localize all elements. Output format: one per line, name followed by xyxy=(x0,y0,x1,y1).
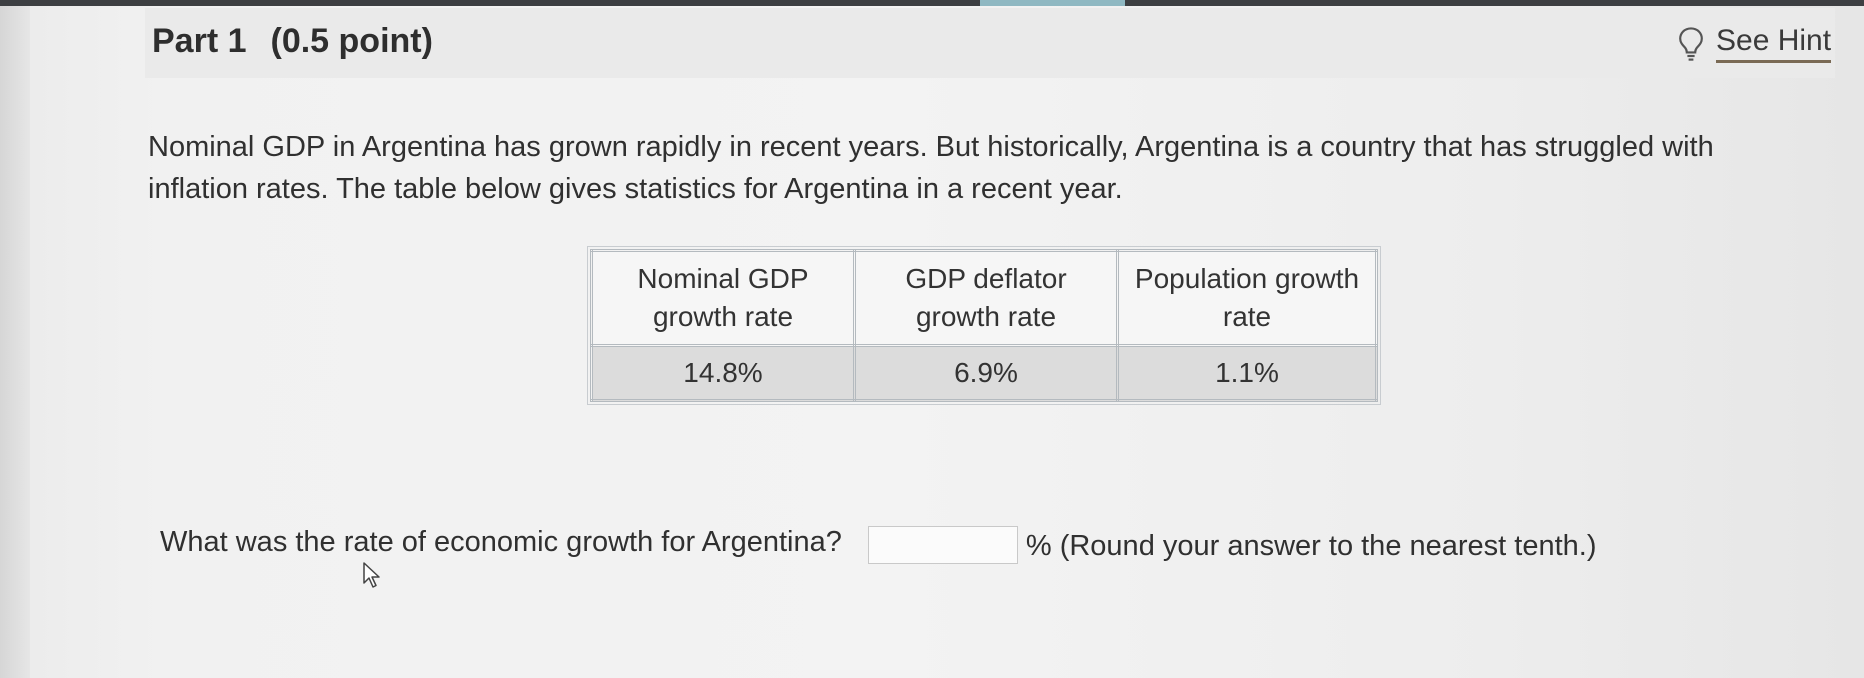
lightbulb-icon xyxy=(1679,26,1703,61)
answer-suffix: % (Round your answer to the nearest tent… xyxy=(1025,529,1597,562)
cell-population-growth: 1.1% xyxy=(1116,344,1378,402)
table-header-row: Nominal GDP growth rate GDP deflator gro… xyxy=(590,249,1378,347)
part-label: Part 1 xyxy=(152,22,247,60)
header-nominal-gdp-growth: Nominal GDP growth rate xyxy=(590,249,856,347)
see-hint-label[interactable]: See Hint xyxy=(1716,24,1832,63)
answer-row: What was the rate of economic growth for… xyxy=(160,520,1597,564)
economic-growth-answer-input[interactable] xyxy=(867,526,1018,564)
part-title: Part 1 (0.5 point) xyxy=(152,22,433,61)
part-points: (0.5 point) xyxy=(270,22,433,60)
window-top-edge xyxy=(0,0,1864,6)
table-row: 14.8% 6.9% 1.1% xyxy=(590,344,1378,402)
mouse-pointer-icon xyxy=(363,562,380,588)
cell-nominal-gdp-growth: 14.8% xyxy=(590,344,856,402)
cell-gdp-deflator-growth: 6.9% xyxy=(853,344,1119,402)
active-tab-indicator xyxy=(980,0,1125,6)
answer-prompt: What was the rate of economic growth for… xyxy=(160,525,842,558)
question-intro: Nominal GDP in Argentina has grown rapid… xyxy=(148,131,1714,205)
header-gdp-deflator-growth: GDP deflator growth rate xyxy=(853,249,1119,347)
see-hint-link[interactable]: See Hint xyxy=(1676,24,1832,63)
statistics-table: Nominal GDP growth rate GDP deflator gro… xyxy=(587,246,1381,405)
header-population-growth: Population growth rate xyxy=(1116,249,1378,347)
left-edge xyxy=(0,6,30,678)
